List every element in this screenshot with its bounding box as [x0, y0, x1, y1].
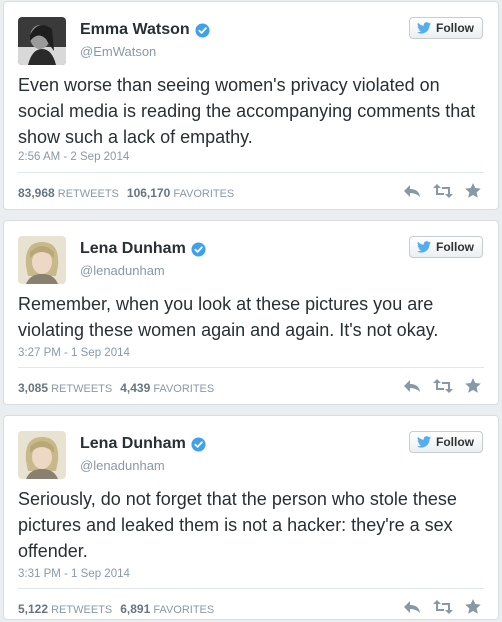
favorite-count[interactable]: 106,170 FAVORITES: [127, 186, 234, 200]
tweet-card: Lena Dunham @lenadunham Follow Remember,…: [3, 220, 499, 405]
display-name-text[interactable]: Emma Watson: [80, 21, 190, 39]
tweet-timestamp[interactable]: 3:31 PM - 1 Sep 2014: [18, 568, 130, 580]
tweet-actions: [403, 599, 481, 614]
retweet-count[interactable]: 5,122 RETWEETS: [18, 602, 112, 616]
twitter-bird-icon: [417, 22, 431, 34]
tweet-card: Emma Watson @EmWatson Follow Even worse …: [3, 1, 499, 210]
follow-label: Follow: [436, 240, 474, 254]
tweet-text: Even worse than seeing women's privacy v…: [18, 75, 476, 147]
tweet-card: Lena Dunham @lenadunham Follow Seriously…: [3, 415, 499, 620]
tweet-timestamp[interactable]: 2:56 AM - 2 Sep 2014: [18, 151, 129, 163]
reply-icon[interactable]: [403, 184, 421, 198]
tweet-text: Remember, when you look at these picture…: [18, 294, 439, 340]
twitter-bird-icon: [417, 436, 431, 448]
follow-label: Follow: [436, 435, 474, 449]
favorite-count[interactable]: 4,439 FAVORITES: [120, 381, 214, 395]
verified-badge-icon: [195, 22, 210, 38]
display-name[interactable]: Lena Dunham: [80, 240, 206, 258]
follow-label: Follow: [436, 21, 474, 35]
tweet-text: Seriously, do not forget that the person…: [18, 489, 457, 561]
twitter-bird-icon: [417, 241, 431, 253]
follow-button[interactable]: Follow: [409, 17, 483, 39]
user-handle[interactable]: @lenadunham: [80, 458, 165, 473]
retweet-count[interactable]: 83,968 RETWEETS: [18, 186, 119, 200]
display-name[interactable]: Emma Watson: [80, 21, 210, 39]
divider: [18, 588, 484, 589]
retweet-icon[interactable]: [433, 378, 453, 393]
reply-icon[interactable]: [403, 379, 421, 393]
favorite-star-icon[interactable]: [465, 599, 481, 614]
user-handle[interactable]: @lenadunham: [80, 263, 165, 278]
verified-badge-icon: [191, 241, 206, 257]
favorite-star-icon[interactable]: [465, 378, 481, 393]
verified-badge-icon: [191, 436, 206, 452]
retweet-icon[interactable]: [433, 183, 453, 198]
divider: [18, 172, 484, 173]
tweet-actions: [403, 378, 481, 393]
tweet-stats: 3,085 RETWEETS 4,439 FAVORITES: [18, 381, 214, 395]
avatar[interactable]: [18, 431, 66, 479]
divider: [18, 367, 484, 368]
retweet-icon[interactable]: [433, 599, 453, 614]
follow-button[interactable]: Follow: [409, 431, 483, 453]
display-name-text[interactable]: Lena Dunham: [80, 435, 186, 453]
display-name[interactable]: Lena Dunham: [80, 435, 206, 453]
favorite-star-icon[interactable]: [465, 183, 481, 198]
avatar[interactable]: [18, 17, 66, 65]
display-name-text[interactable]: Lena Dunham: [80, 240, 186, 258]
avatar[interactable]: [18, 236, 66, 284]
favorite-count[interactable]: 6,891 FAVORITES: [120, 602, 214, 616]
tweet-stats: 83,968 RETWEETS 106,170 FAVORITES: [18, 186, 234, 200]
reply-icon[interactable]: [403, 600, 421, 614]
user-handle[interactable]: @EmWatson: [80, 44, 156, 59]
tweet-actions: [403, 183, 481, 198]
tweet-timestamp[interactable]: 3:27 PM - 1 Sep 2014: [18, 347, 130, 359]
follow-button[interactable]: Follow: [409, 236, 483, 258]
tweet-stats: 5,122 RETWEETS 6,891 FAVORITES: [18, 602, 214, 616]
retweet-count[interactable]: 3,085 RETWEETS: [18, 381, 112, 395]
